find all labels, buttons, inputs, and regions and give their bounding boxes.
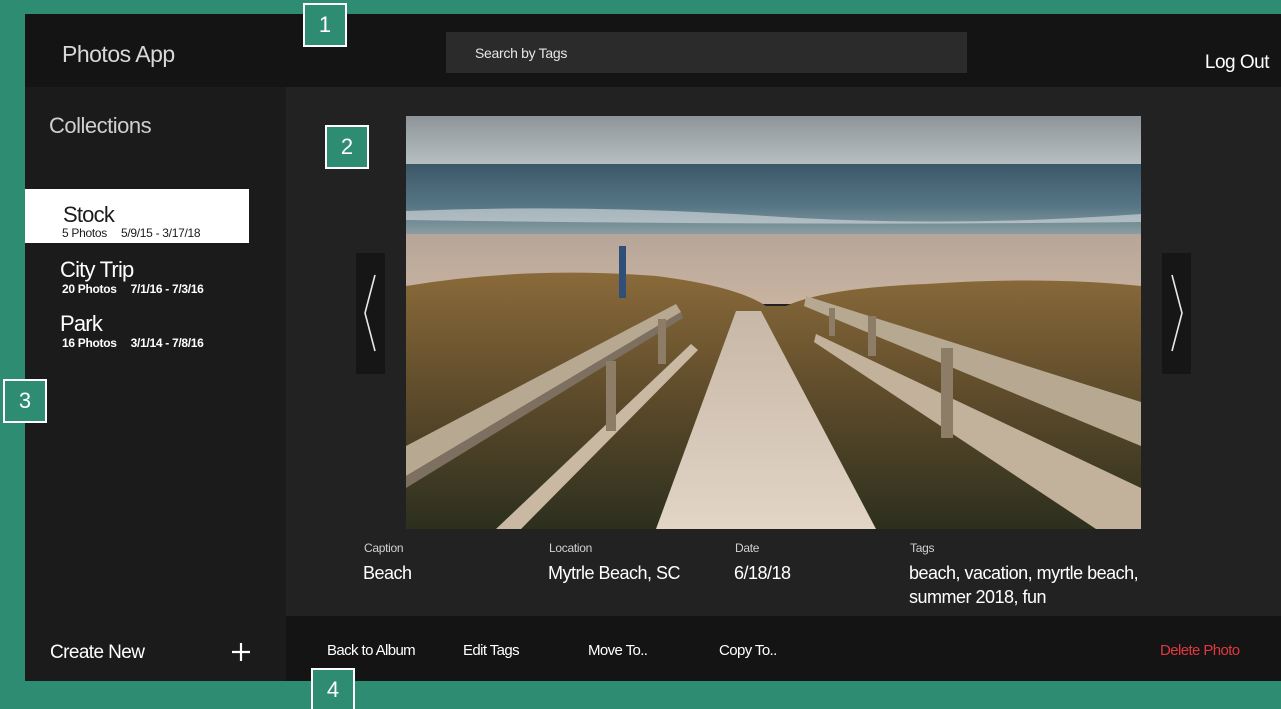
collections-sidebar: Collections Stock 5 Photos 5/9/15 - 3/17/… — [25, 87, 286, 616]
photo-viewer: Caption Beach Location Mytrle Beach, SC … — [286, 87, 1281, 616]
move-to-button[interactable]: Move To.. — [588, 642, 648, 659]
album-dates: 5/9/15 - 3/17/18 — [120, 226, 201, 240]
album-count: 5 Photos — [62, 226, 107, 240]
chevron-right-icon — [1171, 274, 1183, 352]
album-meta: 16 Photos 3/1/14 - 7/8/16 — [62, 336, 204, 350]
photo-image — [406, 116, 1141, 529]
album-dates: 3/1/14 - 7/8/16 — [130, 336, 204, 350]
album-name: Stock — [63, 202, 115, 227]
album-count: 16 Photos — [62, 336, 117, 350]
edit-tags-button[interactable]: Edit Tags — [463, 642, 520, 659]
previous-photo-button[interactable] — [356, 253, 385, 374]
chevron-left-icon — [364, 274, 376, 352]
date-value: 6/18/18 — [734, 563, 791, 583]
album-item-city-trip[interactable]: City Trip 20 Photos 7/1/16 - 7/3/16 — [25, 258, 249, 312]
back-to-album-button[interactable]: Back to Album — [327, 642, 416, 659]
create-new-label: Create New — [50, 642, 145, 663]
tags-label: Tags — [910, 541, 935, 555]
delete-photo-button[interactable]: Delete Photo — [1160, 642, 1240, 659]
album-name: City Trip — [60, 257, 134, 282]
album-dates: 7/1/16 - 7/3/16 — [130, 282, 204, 296]
date-label: Date — [735, 541, 760, 555]
album-count: 20 Photos — [62, 282, 117, 296]
location-label: Location — [549, 541, 592, 555]
logout-button[interactable]: Log Out — [1205, 52, 1270, 74]
location-value: Mytrle Beach, SC — [548, 563, 681, 583]
album-meta: 20 Photos 7/1/16 - 7/3/16 — [62, 282, 204, 296]
header-bar: Photos App Log Out — [25, 14, 1281, 87]
callout-marker-1: 1 — [303, 3, 347, 47]
search-input[interactable] — [446, 32, 967, 73]
callout-marker-4: 4 — [311, 668, 355, 709]
album-name: Park — [60, 311, 103, 336]
create-new-button[interactable]: Create New — [25, 616, 286, 681]
album-item-stock[interactable]: Stock 5 Photos 5/9/15 - 3/17/18 — [25, 189, 249, 243]
copy-to-button[interactable]: Copy To.. — [719, 642, 777, 659]
beach-boardwalk-image — [406, 116, 1141, 529]
album-meta: 5 Photos 5/9/15 - 3/17/18 — [62, 226, 201, 240]
caption-value: Beach — [363, 563, 412, 583]
app-title: Photos App — [62, 41, 175, 67]
album-item-park[interactable]: Park 16 Photos 3/1/14 - 7/8/16 — [25, 312, 249, 366]
collections-title: Collections — [49, 113, 152, 138]
callout-marker-2: 2 — [325, 125, 369, 169]
plus-icon — [232, 643, 250, 661]
photos-app-window: Photos App Log Out Collections Stock 5 P… — [25, 14, 1281, 681]
caption-label: Caption — [364, 541, 404, 555]
photo-action-toolbar: Back to Album Edit Tags Move To.. Copy T… — [286, 616, 1281, 681]
tags-value: beach, vacation, myrtle beach, summer 20… — [909, 563, 1139, 607]
next-photo-button[interactable] — [1162, 253, 1191, 374]
callout-marker-3: 3 — [3, 379, 47, 423]
